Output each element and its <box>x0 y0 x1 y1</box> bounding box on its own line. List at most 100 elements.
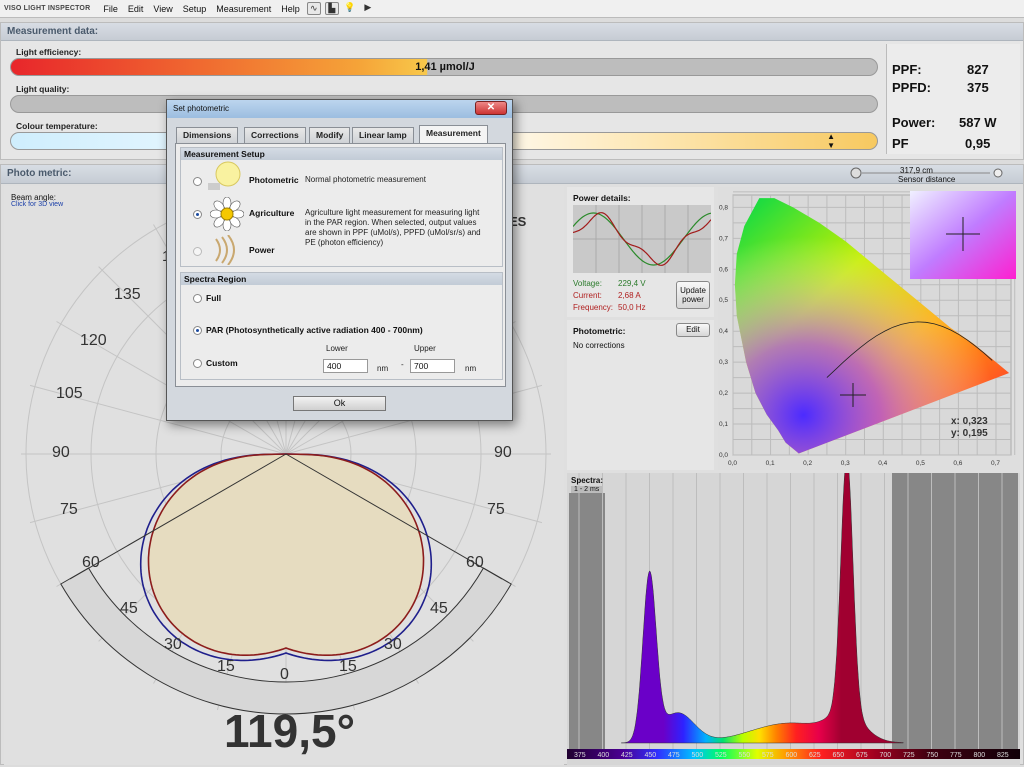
pf-value: 0,95 <box>965 136 991 151</box>
angle-30-left: 30 <box>164 636 182 653</box>
tab-dimensions[interactable]: Dimensions <box>176 127 239 143</box>
beam-angle-value: 119,5° <box>224 705 355 757</box>
menu-help[interactable]: Help <box>281 4 300 14</box>
spectrum-tick: 400 <box>598 752 610 759</box>
ppfd-value: 375 <box>967 80 989 95</box>
power-label: Power: <box>892 115 936 130</box>
cie-diagram-panel: 0,0 0,1 0,2 0,3 0,4 0,5 0,6 0,7 0,8 0,7 0,6 0,5 0,4 0… <box>718 187 1020 470</box>
spectrum-tick: 525 <box>715 752 727 759</box>
cie-x-tick: 0,1 <box>766 460 775 467</box>
close-icon[interactable]: ✕ <box>475 101 507 115</box>
angle-90-left: 90 <box>52 444 70 461</box>
lower-label: Lower <box>326 344 348 353</box>
angle-90-right: 90 <box>494 444 512 461</box>
beam-angle-link[interactable]: Click for 3D view <box>11 201 63 208</box>
frequency-value: 50,0 Hz <box>618 303 646 312</box>
spectrum-tick: 425 <box>621 752 633 759</box>
photometric-desc: Normal photometric measurement <box>305 175 426 184</box>
cie-y-tick: 0,3 <box>719 359 728 366</box>
dialog-title: Set photometric <box>167 100 512 118</box>
spectrum-tick: 675 <box>856 752 868 759</box>
play-icon[interactable]: ▶ <box>361 2 375 15</box>
upper-label: Upper <box>414 344 436 353</box>
colour-temperature-label: Colour temperature: <box>16 121 98 131</box>
menu-file[interactable]: File <box>103 4 118 14</box>
cie-x-tick: 0,7 <box>991 460 1000 467</box>
edit-button[interactable]: Edit <box>676 323 710 337</box>
cie-x-tick: 0,5 <box>916 460 925 467</box>
angle-60-right: 60 <box>466 554 484 571</box>
angle-15-right: 15 <box>339 658 357 675</box>
menu-edit[interactable]: Edit <box>128 4 144 14</box>
angle-75-left: 75 <box>60 501 78 518</box>
cie-y-tick: 0,8 <box>719 204 728 211</box>
light-efficiency-label: Light efficiency: <box>16 47 82 57</box>
photometric-radio[interactable] <box>193 177 202 186</box>
power-value: 587 W <box>959 115 997 130</box>
angle-30-right: 30 <box>384 636 402 653</box>
current-label: Current: <box>573 291 602 300</box>
agriculture-label: Agriculture <box>249 208 295 218</box>
tab-measurement[interactable]: Measurement <box>419 125 488 144</box>
sensor-distance-value: 317,9 cm <box>900 166 933 175</box>
angle-15-left: 15 <box>217 658 235 675</box>
cie-y-tick: 0,5 <box>719 297 728 304</box>
spectrum-tick: 450 <box>645 752 657 759</box>
power-radio[interactable] <box>193 247 202 256</box>
power-details-title: Power details: <box>573 193 631 203</box>
spectrum-tick: 550 <box>739 752 751 759</box>
spectrum-tick: 700 <box>880 752 892 759</box>
spectrum-tick: 825 <box>997 752 1009 759</box>
full-radio[interactable] <box>193 294 202 303</box>
measurement-title: Measurement data: <box>1 23 1023 41</box>
cie-x-tick: 0,2 <box>803 460 812 467</box>
cie-x-tick: 0,3 <box>841 460 850 467</box>
spectrum-tick: 725 <box>903 752 915 759</box>
ppf-value: 827 <box>967 62 989 77</box>
ppf-label: PPF: <box>892 62 922 77</box>
angle-75-right: 75 <box>487 501 505 518</box>
update-power-button[interactable]: Update power <box>676 281 710 309</box>
menu-bar: VISO LIGHT INSPECTOR File Edit View Setu… <box>0 0 1024 18</box>
menu-measurement[interactable]: Measurement <box>216 4 271 14</box>
agriculture-desc: Agriculture light measurement for measur… <box>305 208 481 247</box>
sensor-distance-slider[interactable]: 317,9 cm Sensor distance <box>840 166 1020 184</box>
menu-setup[interactable]: Setup <box>183 4 207 14</box>
tab-corrections[interactable]: Corrections <box>244 127 306 143</box>
chart-icon[interactable]: ▙ <box>324 2 339 15</box>
power-details-panel: Power details: Voltage: 229,4 V Current:… <box>567 187 714 317</box>
custom-label: Custom <box>206 358 238 368</box>
cie-x-tick: 0,6 <box>953 460 962 467</box>
set-photometric-dialog: Set photometric ✕ Dimensions Corrections… <box>166 99 513 421</box>
spectrum-tick: 775 <box>950 752 962 759</box>
upper-input[interactable]: 700 <box>410 359 455 373</box>
lower-input[interactable]: 400 <box>323 359 368 373</box>
scroll-up-icon[interactable]: ▲ <box>827 133 835 141</box>
angle-0: 0 <box>280 666 289 683</box>
bulb-icon[interactable]: 💡 <box>343 2 357 15</box>
upper-unit: nm <box>465 364 477 373</box>
spectrum-tick: 500 <box>692 752 704 759</box>
spectra-panel: 375 400 425 450 475 500 525 550 575 600 625 650 675 7… <box>567 454 1020 765</box>
tab-linear-lamp[interactable]: Linear lamp <box>352 127 414 143</box>
agriculture-radio[interactable] <box>193 210 202 219</box>
par-radio[interactable] <box>193 326 202 335</box>
photometric-subtitle: Photometric: <box>573 326 626 336</box>
par-label: PAR (Photosynthetically active radiation… <box>206 325 423 335</box>
custom-radio[interactable] <box>193 359 202 368</box>
cie-y-tick: 0,0 <box>719 452 728 459</box>
menu-view[interactable]: View <box>153 4 172 14</box>
cie-x-tick: 0,0 <box>728 460 737 467</box>
measurement-setup-header: Measurement Setup <box>181 148 502 160</box>
spectrum-tick: 625 <box>809 752 821 759</box>
scroll-down-icon[interactable]: ▼ <box>827 142 835 150</box>
ok-button[interactable]: Ok <box>293 396 386 411</box>
wave-icon[interactable]: ∿ <box>306 2 321 15</box>
frequency-label: Frequency: <box>573 303 614 312</box>
spectra-sub: 1 - 2 ms <box>571 486 603 493</box>
spectrum-tick: 650 <box>833 752 845 759</box>
photometric-label: Photometric <box>249 175 299 185</box>
tab-modify[interactable]: Modify <box>309 127 351 143</box>
spectra-title: Spectra: <box>571 476 604 485</box>
spectrum-chart: 375 400 425 450 475 500 525 550 575 600 625 650 675 7… <box>567 454 1020 765</box>
